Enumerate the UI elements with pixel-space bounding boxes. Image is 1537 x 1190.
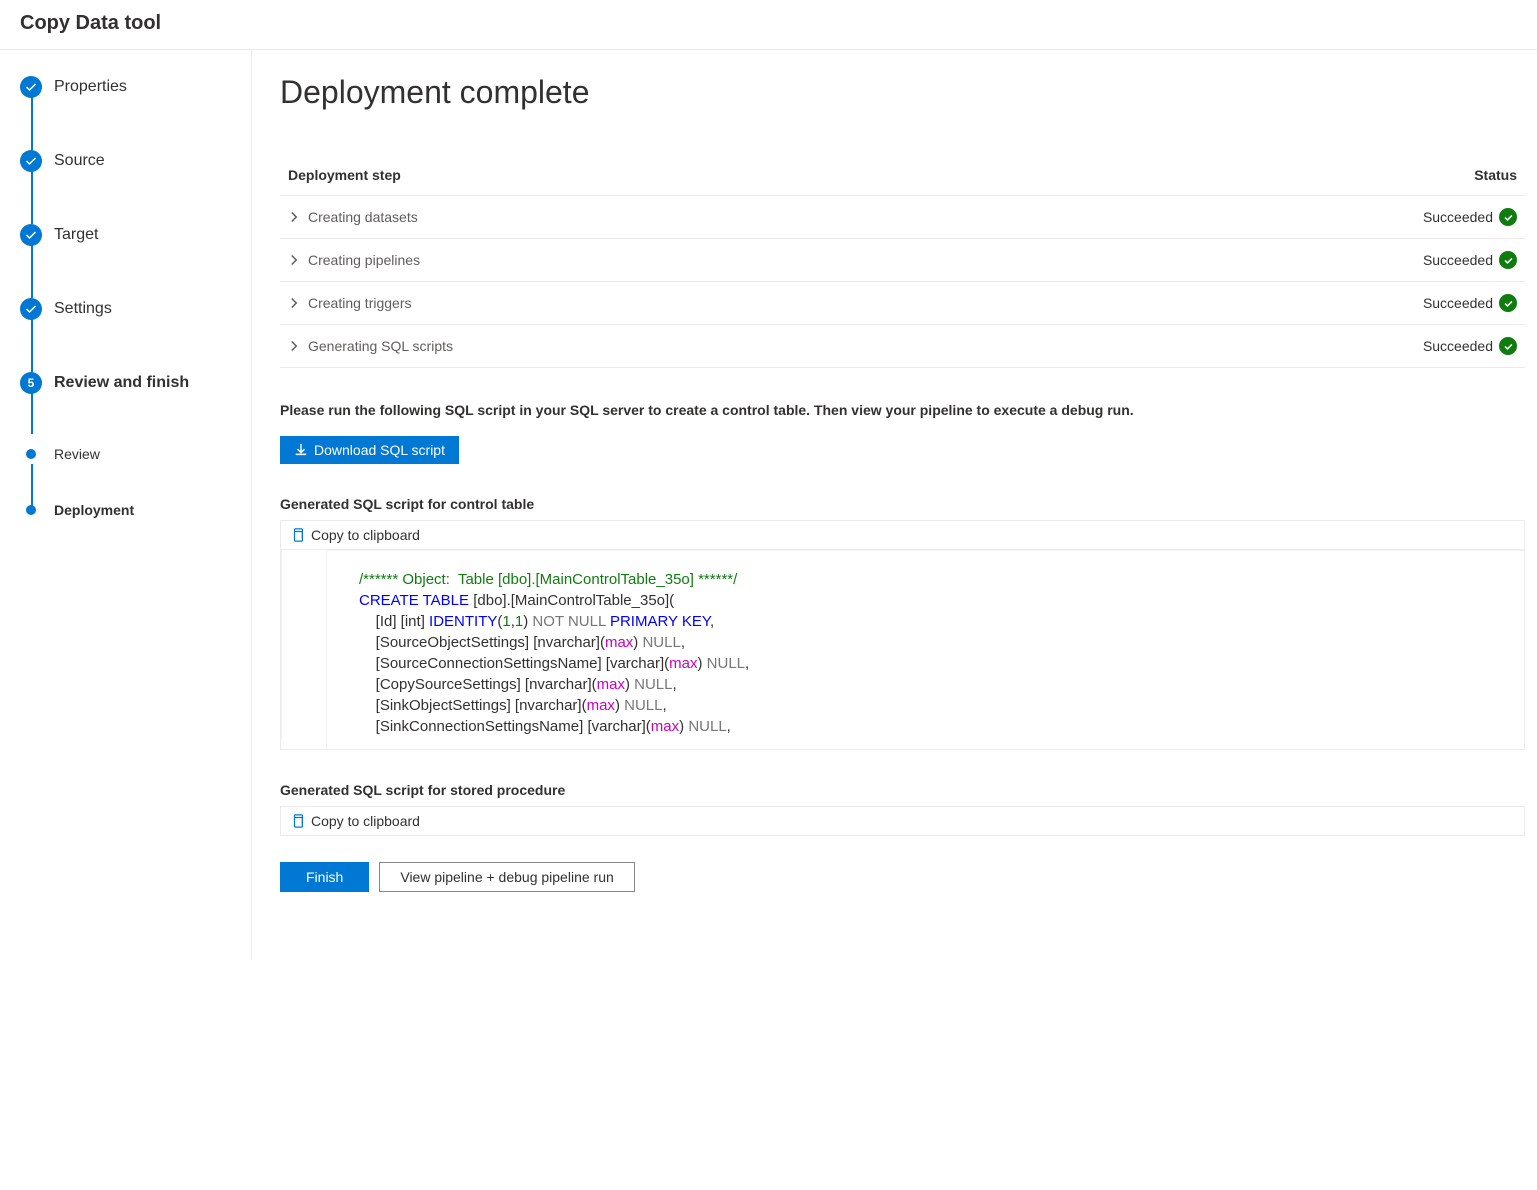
chevron-right-icon [288, 254, 300, 266]
download-sql-button[interactable]: Download SQL script [280, 436, 459, 464]
col-header-status: Status [1474, 167, 1517, 183]
footer-buttons: Finish View pipeline + debug pipeline ru… [280, 862, 1525, 892]
download-icon [294, 443, 308, 457]
table-row[interactable]: Creating triggers Succeeded [280, 282, 1525, 325]
success-icon [1499, 251, 1517, 269]
view-pipeline-button[interactable]: View pipeline + debug pipeline run [379, 862, 634, 892]
step-label: Review and finish [54, 374, 189, 392]
status-text: Succeeded [1423, 209, 1493, 225]
table-row[interactable]: Generating SQL scripts Succeeded [280, 325, 1525, 368]
sidebar-step-settings[interactable]: Settings [20, 292, 235, 326]
chevron-right-icon [288, 211, 300, 223]
step-connector [31, 390, 33, 434]
button-label: Download SQL script [314, 442, 445, 458]
step-label: Target [54, 226, 98, 244]
check-icon [20, 150, 42, 172]
script-title: Generated SQL script for stored procedur… [280, 782, 1525, 798]
sidebar-step-properties[interactable]: Properties [20, 70, 235, 104]
table-row[interactable]: Creating pipelines Succeeded [280, 239, 1525, 282]
step-cell: Creating datasets [288, 209, 418, 225]
col-header-step: Deployment step [288, 167, 401, 183]
status-text: Succeeded [1423, 295, 1493, 311]
chevron-right-icon [288, 340, 300, 352]
table-header: Deployment step Status [280, 159, 1525, 196]
script-section-control-table: Generated SQL script for control table C… [280, 496, 1525, 750]
step-label: Review [54, 446, 100, 462]
dot-icon [26, 449, 36, 459]
code-content: /****** Object: Table [dbo].[MainControl… [327, 550, 1524, 737]
check-icon [20, 76, 42, 98]
script-section-stored-procedure: Generated SQL script for stored procedur… [280, 782, 1525, 836]
finish-button[interactable]: Finish [280, 862, 369, 892]
success-icon [1499, 337, 1517, 355]
copy-to-clipboard-button[interactable]: Copy to clipboard [280, 806, 1525, 836]
step-list: Properties Source Target Settings 5 Revi… [20, 70, 235, 524]
code-gutter [281, 550, 327, 749]
dot-icon [26, 505, 36, 515]
step-cell: Creating pipelines [288, 252, 420, 268]
wizard-sidebar: Properties Source Target Settings 5 Revi… [0, 50, 252, 960]
table-row[interactable]: Creating datasets Succeeded [280, 196, 1525, 239]
status-cell: Succeeded [1423, 208, 1517, 226]
status-cell: Succeeded [1423, 251, 1517, 269]
sidebar-step-target[interactable]: Target [20, 218, 235, 252]
step-label: Properties [54, 78, 127, 96]
sidebar-substep-deployment[interactable]: Deployment [20, 496, 235, 524]
copy-label: Copy to clipboard [311, 813, 420, 829]
check-icon [20, 224, 42, 246]
step-label: Generating SQL scripts [308, 338, 453, 354]
step-cell: Generating SQL scripts [288, 338, 453, 354]
sidebar-step-source[interactable]: Source [20, 144, 235, 178]
step-connector [31, 242, 33, 298]
sql-code-viewer[interactable]: /****** Object: Table [dbo].[MainControl… [280, 550, 1525, 750]
sidebar-step-review-finish[interactable]: 5 Review and finish [20, 366, 235, 400]
step-label: Source [54, 152, 105, 170]
step-label: Creating triggers [308, 295, 412, 311]
status-cell: Succeeded [1423, 294, 1517, 312]
success-icon [1499, 294, 1517, 312]
deployment-table: Deployment step Status Creating datasets… [280, 159, 1525, 368]
copy-icon [291, 814, 305, 828]
page-title: Deployment complete [280, 74, 1525, 111]
step-number-badge: 5 [20, 372, 42, 394]
copy-to-clipboard-button[interactable]: Copy to clipboard [280, 520, 1525, 550]
step-label: Deployment [54, 502, 134, 518]
chevron-right-icon [288, 297, 300, 309]
step-connector [31, 168, 33, 224]
copy-icon [291, 528, 305, 542]
step-label: Creating pipelines [308, 252, 420, 268]
step-connector [31, 94, 33, 150]
main-content: Deployment complete Deployment step Stat… [252, 50, 1537, 960]
status-cell: Succeeded [1423, 337, 1517, 355]
step-label: Settings [54, 300, 112, 318]
instruction-text: Please run the following SQL script in y… [280, 402, 1525, 418]
check-icon [20, 298, 42, 320]
step-connector [31, 316, 33, 372]
step-label: Creating datasets [308, 209, 418, 225]
status-text: Succeeded [1423, 338, 1493, 354]
app-header: Copy Data tool [0, 0, 1537, 50]
copy-label: Copy to clipboard [311, 527, 420, 543]
script-title: Generated SQL script for control table [280, 496, 1525, 512]
step-cell: Creating triggers [288, 295, 412, 311]
layout: Properties Source Target Settings 5 Revi… [0, 50, 1537, 960]
status-text: Succeeded [1423, 252, 1493, 268]
sidebar-substep-review[interactable]: Review [20, 440, 235, 468]
success-icon [1499, 208, 1517, 226]
